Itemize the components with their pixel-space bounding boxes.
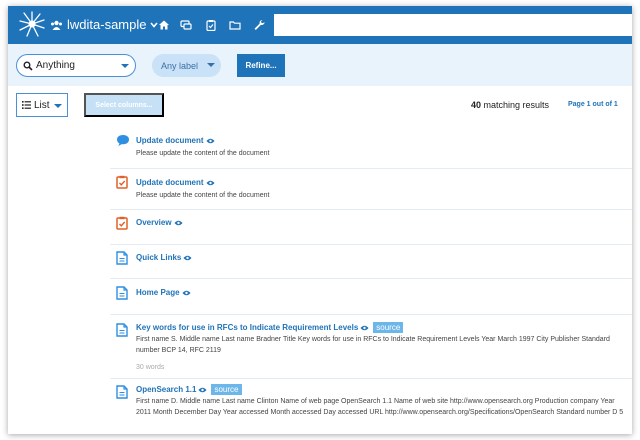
task-icon [116,175,128,189]
result-title-text: Key words for use in RFCs to Indicate Re… [136,323,359,332]
view-mode-value: List [34,99,50,111]
comment-icon [117,135,129,146]
view-mode-select[interactable]: List [16,93,68,117]
result-title-text: Home Page [136,288,180,297]
result-title[interactable]: Home Page [136,288,191,297]
project-selector[interactable]: lwdita-sample [50,17,159,32]
task-icon [116,216,128,230]
result-item[interactable]: Update document Please update the conten… [110,128,632,168]
result-item[interactable]: Key words for use in RFCs to Indicate Re… [110,314,632,378]
match-count-text: 40 matching results [471,100,549,110]
top-navigation-bar: lwdita-sample [8,6,632,44]
results-toolbar: List Select columns... 40 matching resul… [8,86,632,128]
app-window: lwdita-sample Anything Any label Refine.… [8,6,632,434]
result-item[interactable]: Overview [110,209,632,244]
search-input[interactable] [274,14,632,36]
result-title-text: Quick Links [136,253,182,262]
folder-icon[interactable] [229,19,241,31]
type-filter-select[interactable]: Anything [16,54,136,77]
eye-icon[interactable] [183,255,192,261]
result-title[interactable]: OpenSearch 1.1 source [136,384,242,395]
chevron-down-icon [121,64,129,68]
result-description: Please update the content of the documen… [136,150,270,157]
project-name: lwdita-sample [67,17,147,32]
result-title-text: Update document [136,178,204,187]
filter-bar: Anything Any label Refine... [8,44,632,86]
document-icon [116,251,128,265]
result-description: Please update the content of the documen… [136,192,270,199]
result-title[interactable]: Update document [136,178,215,187]
type-filter-value: Anything [36,60,75,71]
results-list: Update document Please update the conten… [110,128,632,434]
result-title[interactable]: Key words for use in RFCs to Indicate Re… [136,322,404,333]
chevron-down-icon [54,104,62,108]
result-title-text: Update document [136,136,204,145]
refine-button[interactable]: Refine... [237,54,285,77]
eye-icon[interactable] [206,180,215,186]
eye-icon[interactable] [206,138,215,144]
result-title[interactable]: Quick Links [136,253,192,262]
eye-icon[interactable] [360,325,369,331]
page-info[interactable]: Page 1 out of 1 [568,101,618,108]
label-filter-select[interactable]: Any label [152,54,221,77]
chevron-down-icon [207,63,215,67]
clipboard-icon[interactable] [205,19,217,31]
eye-icon[interactable] [182,290,191,296]
result-title-text: Overview [136,218,172,227]
source-badge[interactable]: source [211,384,242,395]
word-count: 30 words [136,364,165,371]
match-suffix: matching results [481,100,550,110]
result-title-text: OpenSearch 1.1 [136,385,197,394]
app-logo-icon[interactable] [18,10,46,38]
list-icon [22,101,31,109]
result-title[interactable]: Overview [136,218,183,227]
eye-icon[interactable] [174,220,183,226]
search-icon [23,61,33,71]
users-icon [51,20,62,30]
result-description: First name D. Middle name Last name Clin… [136,398,624,416]
result-item[interactable]: OpenSearch 1.1 source First name D. Midd… [110,378,632,434]
select-columns-button[interactable]: Select columns... [84,93,164,117]
result-item[interactable]: Update document Please update the conten… [110,168,632,209]
wrench-icon[interactable] [253,19,265,31]
result-description: First name S. Middle name Last name Brad… [136,336,610,354]
label-filter-value: Any label [161,60,199,71]
chat-icon[interactable] [180,19,192,31]
home-icon[interactable] [158,19,170,31]
result-title[interactable]: Update document [136,136,215,145]
result-item[interactable]: Home Page [110,278,632,314]
source-badge[interactable]: source [373,322,404,333]
match-count: 40 [471,100,482,110]
document-icon [116,385,128,399]
eye-icon[interactable] [198,387,207,393]
result-item[interactable]: Quick Links [110,244,632,278]
document-icon [116,323,128,337]
document-icon [116,286,128,300]
